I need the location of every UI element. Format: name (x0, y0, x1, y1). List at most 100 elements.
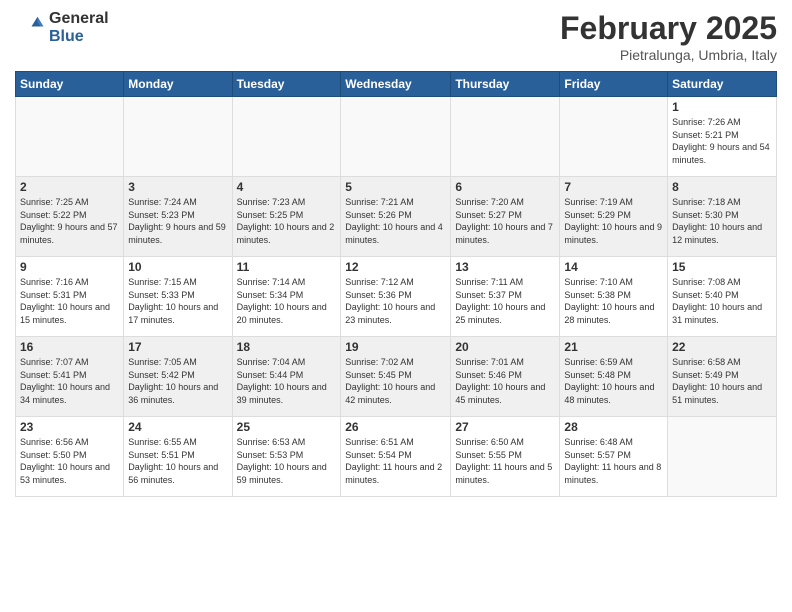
calendar-cell: 28 Sunrise: 6:48 AM Sunset: 5:57 PM Dayli… (560, 417, 668, 497)
day-info: Sunrise: 6:59 AM Sunset: 5:48 PM Dayligh… (564, 356, 663, 406)
day-info: Sunrise: 7:05 AM Sunset: 5:42 PM Dayligh… (128, 356, 227, 406)
day-number: 25 (237, 420, 337, 434)
header-friday: Friday (560, 72, 668, 97)
logo-text: General Blue (49, 10, 109, 45)
header-tuesday: Tuesday (232, 72, 341, 97)
calendar-cell: 9Sunrise: 7:16 AM Sunset: 5:31 PM Daylig… (16, 257, 124, 337)
calendar-cell: 1Sunrise: 7:26 AM Sunset: 5:21 PM Daylig… (668, 97, 777, 177)
day-number: 27 (455, 420, 555, 434)
calendar-cell: 4 Sunrise: 7:23 AM Sunset: 5:25 PM Daylig… (232, 177, 341, 257)
day-number: 23 (20, 420, 119, 434)
header-wednesday: Wednesday (341, 72, 451, 97)
day-number: 21 (564, 340, 663, 354)
logo-general: General (49, 10, 109, 28)
day-number: 5 (345, 180, 446, 194)
day-info: Sunrise: 7:23 AM Sunset: 5:25 PM Dayligh… (237, 196, 337, 246)
logo-blue: Blue (49, 28, 109, 46)
day-info: Sunrise: 6:48 AM Sunset: 5:57 PM Dayligh… (564, 436, 663, 486)
calendar-cell (668, 417, 777, 497)
day-number: 15 (672, 260, 772, 274)
calendar-cell: 15 Sunrise: 7:08 AM Sunset: 5:40 PM Dayli… (668, 257, 777, 337)
calendar-cell: 8Sunrise: 7:18 AM Sunset: 5:30 PM Daylig… (668, 177, 777, 257)
day-number: 18 (237, 340, 337, 354)
calendar-cell: 13 Sunrise: 7:11 AM Sunset: 5:37 PM Dayli… (451, 257, 560, 337)
calendar-cell: 24Sunrise: 6:55 AM Sunset: 5:51 PM Dayli… (124, 417, 232, 497)
header-saturday: Saturday (668, 72, 777, 97)
day-info: Sunrise: 7:12 AM Sunset: 5:36 PM Dayligh… (345, 276, 446, 326)
calendar-cell (560, 97, 668, 177)
calendar-cell: 22 Sunrise: 6:58 AM Sunset: 5:49 PM Dayli… (668, 337, 777, 417)
day-number: 13 (455, 260, 555, 274)
calendar-cell (451, 97, 560, 177)
day-info: Sunrise: 7:01 AM Sunset: 5:46 PM Dayligh… (455, 356, 555, 406)
calendar-cell: 27 Sunrise: 6:50 AM Sunset: 5:55 PM Dayli… (451, 417, 560, 497)
day-number: 17 (128, 340, 227, 354)
day-info: Sunrise: 7:24 AM Sunset: 5:23 PM Dayligh… (128, 196, 227, 246)
calendar-cell: 23 Sunrise: 6:56 AM Sunset: 5:50 PM Dayli… (16, 417, 124, 497)
day-number: 1 (672, 100, 772, 114)
day-info: Sunrise: 7:11 AM Sunset: 5:37 PM Dayligh… (455, 276, 555, 326)
day-info: Sunrise: 7:04 AM Sunset: 5:44 PM Dayligh… (237, 356, 337, 406)
day-number: 22 (672, 340, 772, 354)
header-monday: Monday (124, 72, 232, 97)
calendar-cell: 5 Sunrise: 7:21 AM Sunset: 5:26 PM Daylig… (341, 177, 451, 257)
calendar-cell (16, 97, 124, 177)
week-row-3: 9Sunrise: 7:16 AM Sunset: 5:31 PM Daylig… (16, 257, 777, 337)
calendar-cell: 10Sunrise: 7:15 AM Sunset: 5:33 PM Dayli… (124, 257, 232, 337)
calendar-cell: 20 Sunrise: 7:01 AM Sunset: 5:46 PM Dayli… (451, 337, 560, 417)
calendar-cell: 16 Sunrise: 7:07 AM Sunset: 5:41 PM Dayli… (16, 337, 124, 417)
day-info: Sunrise: 7:08 AM Sunset: 5:40 PM Dayligh… (672, 276, 772, 326)
day-info: Sunrise: 7:25 AM Sunset: 5:22 PM Dayligh… (20, 196, 119, 246)
day-info: Sunrise: 7:18 AM Sunset: 5:30 PM Dayligh… (672, 196, 772, 246)
day-info: Sunrise: 7:16 AM Sunset: 5:31 PM Dayligh… (20, 276, 119, 326)
month-title: February 2025 (560, 10, 777, 47)
calendar-cell: 17 Sunrise: 7:05 AM Sunset: 5:42 PM Dayli… (124, 337, 232, 417)
day-number: 4 (237, 180, 337, 194)
day-info: Sunrise: 7:19 AM Sunset: 5:29 PM Dayligh… (564, 196, 663, 246)
logo: General Blue (15, 10, 109, 45)
week-row-2: 2Sunrise: 7:25 AM Sunset: 5:22 PM Daylig… (16, 177, 777, 257)
calendar-cell (124, 97, 232, 177)
day-number: 20 (455, 340, 555, 354)
calendar-cell (341, 97, 451, 177)
day-info: Sunrise: 6:58 AM Sunset: 5:49 PM Dayligh… (672, 356, 772, 406)
title-block: February 2025 Pietralunga, Umbria, Italy (560, 10, 777, 63)
week-row-1: 1Sunrise: 7:26 AM Sunset: 5:21 PM Daylig… (16, 97, 777, 177)
day-info: Sunrise: 6:53 AM Sunset: 5:53 PM Dayligh… (237, 436, 337, 486)
calendar-header-row: SundayMondayTuesdayWednesdayThursdayFrid… (16, 72, 777, 97)
day-info: Sunrise: 7:14 AM Sunset: 5:34 PM Dayligh… (237, 276, 337, 326)
day-number: 14 (564, 260, 663, 274)
header-thursday: Thursday (451, 72, 560, 97)
day-number: 28 (564, 420, 663, 434)
day-info: Sunrise: 7:21 AM Sunset: 5:26 PM Dayligh… (345, 196, 446, 246)
page: General Blue February 2025 Pietralunga, … (0, 0, 792, 612)
day-number: 11 (237, 260, 337, 274)
day-number: 7 (564, 180, 663, 194)
day-info: Sunrise: 7:02 AM Sunset: 5:45 PM Dayligh… (345, 356, 446, 406)
calendar-cell: 26 Sunrise: 6:51 AM Sunset: 5:54 PM Dayli… (341, 417, 451, 497)
week-row-4: 16 Sunrise: 7:07 AM Sunset: 5:41 PM Dayli… (16, 337, 777, 417)
day-info: Sunrise: 6:56 AM Sunset: 5:50 PM Dayligh… (20, 436, 119, 486)
calendar-cell: 19 Sunrise: 7:02 AM Sunset: 5:45 PM Dayli… (341, 337, 451, 417)
calendar-cell: 2Sunrise: 7:25 AM Sunset: 5:22 PM Daylig… (16, 177, 124, 257)
day-info: Sunrise: 7:07 AM Sunset: 5:41 PM Dayligh… (20, 356, 119, 406)
day-number: 16 (20, 340, 119, 354)
day-number: 19 (345, 340, 446, 354)
calendar-cell: 25 Sunrise: 6:53 AM Sunset: 5:53 PM Dayli… (232, 417, 341, 497)
calendar-cell: 12Sunrise: 7:12 AM Sunset: 5:36 PM Dayli… (341, 257, 451, 337)
calendar-cell: 7 Sunrise: 7:19 AM Sunset: 5:29 PM Daylig… (560, 177, 668, 257)
logo-icon (15, 13, 45, 43)
calendar-table: SundayMondayTuesdayWednesdayThursdayFrid… (15, 71, 777, 497)
calendar-cell: 11 Sunrise: 7:14 AM Sunset: 5:34 PM Dayli… (232, 257, 341, 337)
day-number: 24 (128, 420, 227, 434)
day-number: 26 (345, 420, 446, 434)
calendar-cell: 6 Sunrise: 7:20 AM Sunset: 5:27 PM Daylig… (451, 177, 560, 257)
day-number: 6 (455, 180, 555, 194)
day-number: 3 (128, 180, 227, 194)
day-info: Sunrise: 6:51 AM Sunset: 5:54 PM Dayligh… (345, 436, 446, 486)
header-sunday: Sunday (16, 72, 124, 97)
location-subtitle: Pietralunga, Umbria, Italy (560, 47, 777, 63)
day-info: Sunrise: 7:10 AM Sunset: 5:38 PM Dayligh… (564, 276, 663, 326)
day-info: Sunrise: 6:50 AM Sunset: 5:55 PM Dayligh… (455, 436, 555, 486)
day-info: Sunrise: 7:20 AM Sunset: 5:27 PM Dayligh… (455, 196, 555, 246)
